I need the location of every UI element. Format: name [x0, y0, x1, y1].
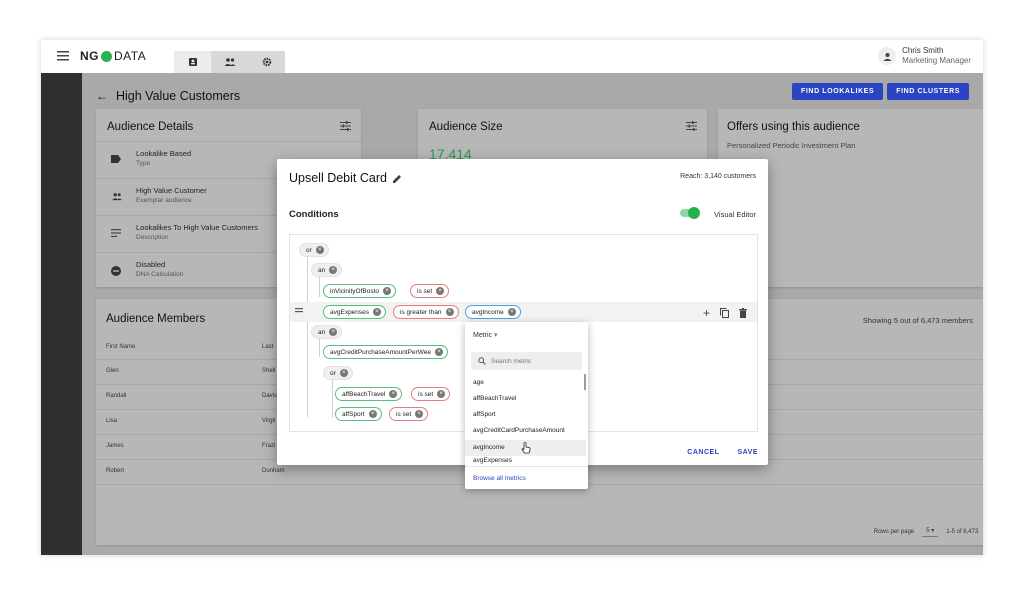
remove-icon[interactable]: × [437, 390, 446, 398]
add-icon[interactable]: + [703, 306, 710, 320]
remove-icon[interactable]: × [329, 328, 338, 336]
column-header-last-name[interactable]: Last [262, 344, 273, 350]
nav-tab-settings[interactable] [248, 51, 285, 73]
page-range: 1-5 of 6,473 [946, 528, 979, 535]
offer-item[interactable]: Personalized Periodic Investment Plan [727, 141, 855, 150]
rows-per-page-select[interactable]: 5 ▾ [922, 527, 939, 537]
save-button[interactable]: SAVE [737, 449, 758, 456]
metric-option[interactable]: avgExpenses [465, 456, 586, 466]
condition-operator-chip[interactable]: is set × [411, 387, 451, 401]
audience-details-title: Audience Details [107, 121, 194, 133]
people-icon [112, 193, 122, 201]
find-lookalikes-button[interactable]: FIND LOOKALIKES [792, 83, 884, 100]
metric-option[interactable]: age [465, 375, 586, 391]
members-count: Showing 5 out of 6,473 members [862, 316, 973, 325]
hand-pointer-icon [521, 442, 531, 454]
remove-icon[interactable]: × [445, 308, 454, 316]
menu-icon[interactable] [57, 51, 69, 61]
remove-icon[interactable]: × [383, 287, 392, 295]
caret-down-icon: ▾ [494, 332, 498, 339]
metric-type-select[interactable]: Metric ▾ [473, 331, 498, 339]
operator-or[interactable]: or × [323, 366, 353, 380]
search-metric-input[interactable] [491, 357, 576, 365]
label-tag-icon [111, 155, 121, 163]
logo: NG DATA [80, 49, 147, 63]
remove-icon[interactable]: × [373, 308, 382, 316]
disabled-icon [111, 266, 121, 276]
person-icon [883, 52, 892, 61]
operator-or[interactable]: or × [299, 243, 329, 257]
column-header-first-name[interactable]: First Name [106, 344, 135, 350]
delete-icon[interactable] [739, 308, 747, 318]
copy-icon[interactable] [720, 308, 729, 318]
find-clusters-button[interactable]: FIND CLUSTERS [887, 83, 969, 100]
browse-all-metrics-link[interactable]: Browse all metrics [465, 466, 588, 489]
sidebar [41, 73, 82, 555]
remove-icon[interactable]: × [435, 348, 444, 356]
audience-members-title: Audience Members [106, 313, 206, 325]
people-icon [224, 58, 235, 66]
tune-icon[interactable] [686, 121, 697, 131]
avatar [878, 47, 897, 65]
metric-option[interactable]: affBeachTravel [465, 391, 586, 407]
gear-icon [262, 57, 271, 67]
pencil-icon[interactable] [392, 174, 402, 183]
page-title: High Value Customers [116, 89, 241, 103]
visual-editor-toggle[interactable] [680, 207, 700, 219]
remove-icon[interactable]: × [415, 410, 424, 418]
badge-icon [188, 58, 197, 66]
condition-operator-chip[interactable]: is greater than × [393, 305, 459, 319]
conditions-label: Conditions [289, 209, 339, 220]
condition-operator-chip[interactable]: is set × [410, 284, 450, 298]
remove-icon[interactable]: × [389, 390, 398, 398]
metric-option[interactable]: avgCreditCardPurchaseAmount [465, 423, 586, 439]
operator-and[interactable]: an × [311, 325, 343, 339]
reach-text: Reach: 3,140 customers [680, 173, 756, 180]
metric-option[interactable]: affSport [465, 407, 586, 423]
back-arrow-icon[interactable]: ← [96, 89, 108, 103]
nav-tab-audiences[interactable] [174, 51, 211, 73]
apple-logo-icon [101, 50, 112, 62]
remove-icon[interactable]: × [368, 410, 377, 418]
search-icon [478, 357, 486, 365]
metric-option-hovered[interactable]: avgIncome [465, 440, 586, 456]
cancel-button[interactable]: CANCEL [687, 449, 719, 456]
condition-field-chip[interactable]: avgExpenses × [323, 305, 387, 319]
condition-value-chip[interactable]: avgIncome × [465, 305, 521, 319]
remove-icon[interactable]: × [329, 266, 338, 274]
audience-size-title: Audience Size [429, 121, 503, 133]
remove-icon[interactable]: × [507, 308, 516, 316]
condition-operator-chip[interactable]: is set × [389, 407, 429, 421]
pagination: Rows per page 5 ▾ 1-5 of 6,473 ‹ › [874, 526, 983, 537]
offers-title: Offers using this audience [727, 121, 860, 133]
notes-icon [111, 229, 121, 237]
user-menu[interactable]: Chris Smith Marketing Manager [878, 46, 971, 66]
condition-field-chip[interactable]: affBeachTravel × [335, 387, 403, 401]
metric-dropdown: Metric ▾ age affBeachTravel affSport avg… [465, 322, 588, 489]
nav-tab-people[interactable] [211, 51, 248, 73]
search-metric-field[interactable] [471, 352, 582, 370]
dialog-title: Upsell Debit Card [289, 171, 387, 185]
visual-editor-label: Visual Editor [714, 210, 756, 219]
user-role: Marketing Manager [902, 56, 971, 65]
condition-field-chip[interactable]: affSport × [335, 407, 382, 421]
nav-tabs [174, 51, 285, 73]
operator-and[interactable]: an × [311, 263, 343, 277]
remove-icon[interactable]: × [436, 287, 445, 295]
remove-icon[interactable]: × [315, 246, 324, 254]
condition-field-chip[interactable]: inVicinityOfBosto × [323, 284, 397, 298]
drag-handle-icon[interactable] [295, 308, 303, 313]
rows-per-page-label: Rows per page [873, 528, 915, 535]
top-bar: NG DATA Chris Smith Marketing Manager [41, 40, 983, 73]
tune-icon[interactable] [340, 121, 351, 131]
remove-icon[interactable]: × [339, 369, 348, 377]
condition-field-chip[interactable]: avgCreditPurchaseAmountPerWee × [323, 345, 449, 359]
user-name: Chris Smith [902, 46, 944, 55]
